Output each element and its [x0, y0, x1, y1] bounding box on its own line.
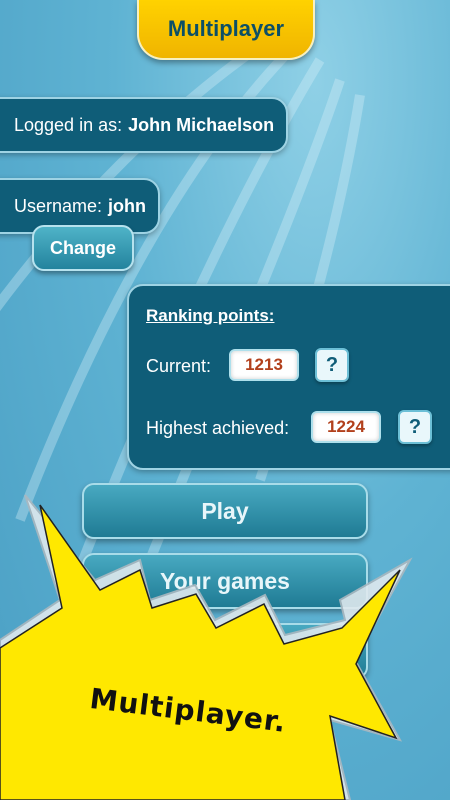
your-games-button[interactable]: Your games — [82, 553, 368, 609]
play-button[interactable]: Play — [82, 483, 368, 539]
ranking-panel: Ranking points: Current: 1213 ? Highest … — [127, 284, 450, 470]
highest-points-value: 1224 — [311, 411, 381, 443]
logged-in-name: John Michaelson — [128, 114, 275, 135]
question-mark-icon: ? — [325, 353, 339, 376]
current-help-button[interactable]: ? — [315, 348, 349, 382]
username-value: john — [108, 195, 147, 216]
menu-button-hidden[interactable] — [82, 623, 368, 679]
page-title: Multiplayer — [137, 0, 315, 60]
logged-in-panel: Logged in as: John Michaelson — [0, 97, 288, 153]
current-points-value: 1213 — [229, 349, 299, 381]
highest-help-button[interactable]: ? — [398, 410, 432, 444]
highest-label: Highest achieved: — [146, 418, 290, 438]
change-username-button[interactable]: Change — [32, 225, 134, 271]
current-label: Current: — [146, 356, 212, 376]
question-mark-icon: ? — [408, 415, 422, 438]
promo-caption: Multiplayer. — [87, 682, 289, 739]
ranking-title: Ranking points: — [146, 306, 275, 325]
logged-in-label: Logged in as: — [14, 114, 123, 135]
username-label: Username: — [14, 195, 103, 216]
